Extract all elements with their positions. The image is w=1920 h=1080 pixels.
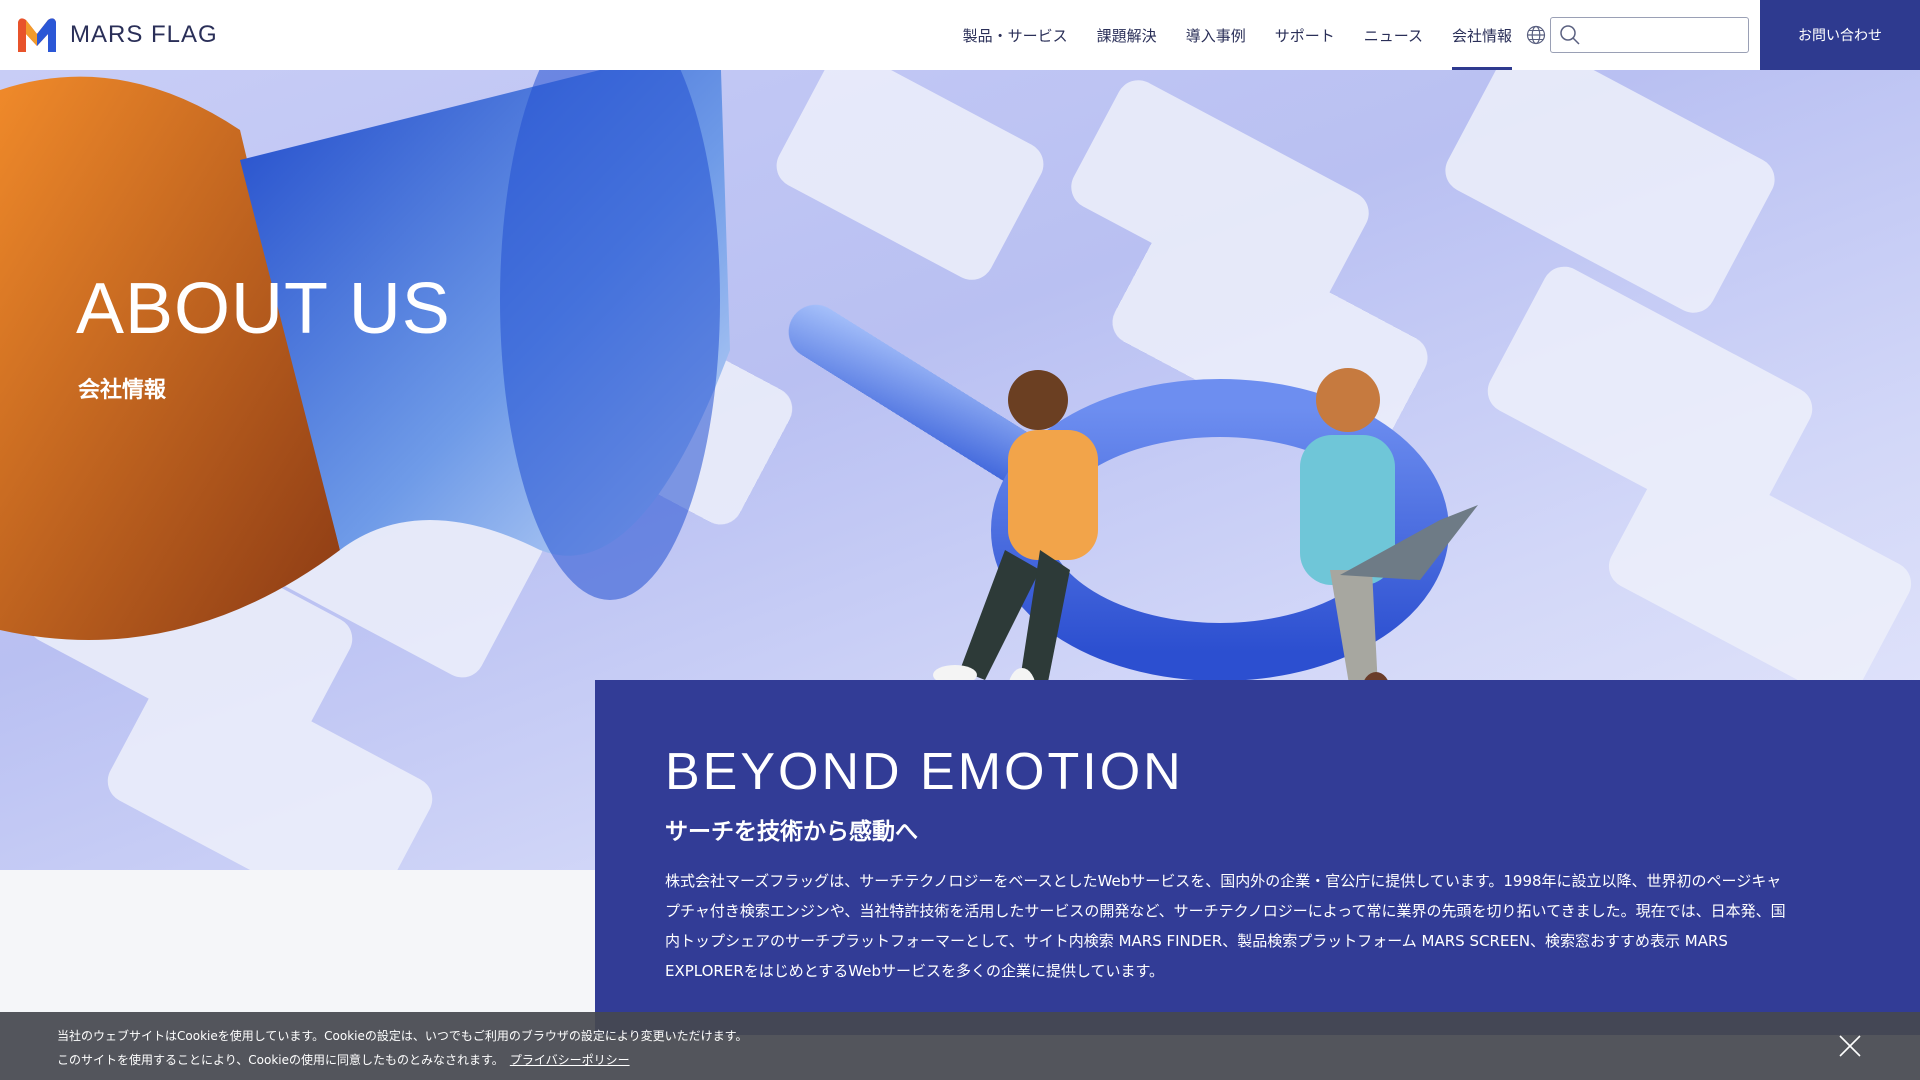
mars-flag-logo-icon [18, 18, 56, 52]
search-input[interactable] [1587, 20, 1742, 50]
nav-item-case-studies[interactable]: 導入事例 [1186, 0, 1246, 70]
site-header: MARS FLAG 製品・サービス 課題解決 導入事例 サポート ニュース 会社… [0, 0, 1920, 70]
nav-item-support[interactable]: サポート [1275, 0, 1335, 70]
close-icon[interactable] [1838, 1034, 1862, 1058]
privacy-policy-link[interactable]: プライバシーポリシー [510, 1053, 630, 1067]
nav-item-company[interactable]: 会社情報 [1451, 0, 1513, 70]
mission-subtitle: サーチを技術から感動へ [665, 819, 918, 845]
nav-item-products[interactable]: 製品・サービス [963, 0, 1068, 70]
globe-icon[interactable] [1526, 25, 1546, 45]
nav-item-news[interactable]: ニュース [1364, 0, 1423, 70]
search-icon[interactable] [1559, 24, 1581, 46]
content-background [0, 870, 595, 1010]
nav-item-solutions[interactable]: 課題解決 [1097, 0, 1157, 70]
cookie-consent-text: このサイトを使用することにより、Cookieの使用に同意したものとみなされます。… [57, 1051, 630, 1068]
brand-logo[interactable]: MARS FLAG [14, 14, 218, 56]
cookie-consent-label: このサイトを使用することにより、Cookieの使用に同意したものとみなされます。 [57, 1053, 504, 1067]
main-nav: 製品・サービス 課題解決 導入事例 サポート ニュース 会社情報 [934, 0, 1513, 70]
page-subtitle: 会社情報 [78, 378, 167, 403]
mission-title: BEYOND EMOTION [665, 743, 1184, 801]
contact-button[interactable]: お問い合わせ [1760, 0, 1920, 70]
brand-name: MARS FLAG [70, 21, 218, 48]
page-title: ABOUT US [76, 269, 451, 349]
cookie-banner: 当社のウェブサイトはCookieを使用しています。Cookieの設定は、いつでも… [0, 1012, 1920, 1080]
cookie-notice-text: 当社のウェブサイトはCookieを使用しています。Cookieの設定は、いつでも… [57, 1029, 748, 1043]
mission-panel: BEYOND EMOTION サーチを技術から感動へ 株式会社マーズフラッグは、… [595, 680, 1920, 1035]
search-box [1550, 17, 1749, 53]
mission-description: 株式会社マーズフラッグは、サーチテクノロジーをベースとしたWebサービスを、国内… [665, 872, 1786, 980]
